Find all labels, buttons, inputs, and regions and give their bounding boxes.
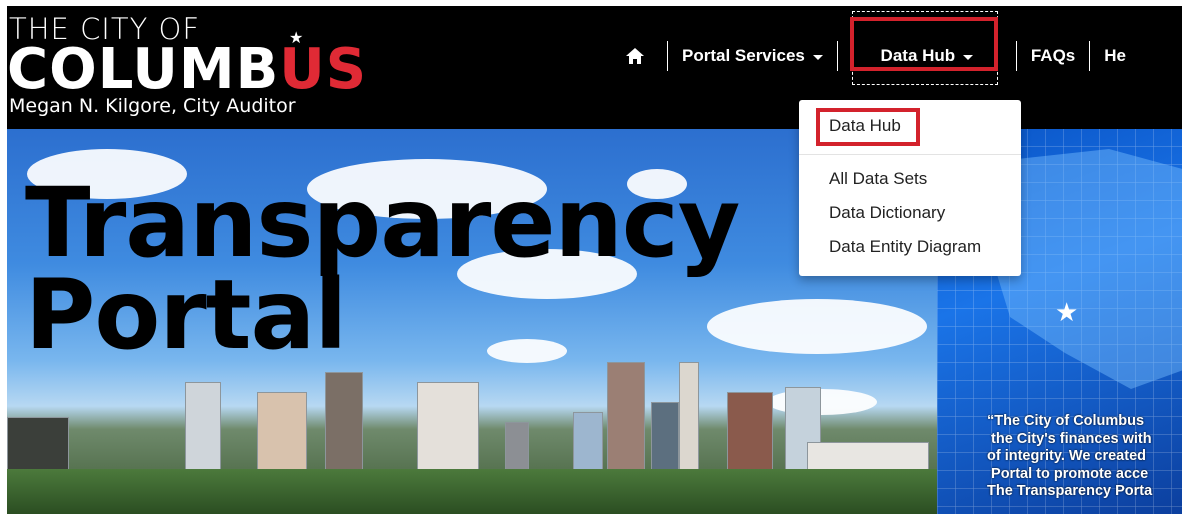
main-nav: Portal Services Data Hub FAQs He <box>617 11 1126 85</box>
nav-portal-services[interactable]: Portal Services <box>682 32 823 80</box>
home-icon <box>626 48 644 64</box>
page-title: Transparency Portal <box>25 167 740 371</box>
tree-line <box>7 469 942 514</box>
nav-help[interactable]: He <box>1104 32 1126 80</box>
logo-word-columb: COLUMB <box>7 37 280 102</box>
nav-separator <box>667 41 668 71</box>
mission-quote: “The City of Columbus the City's finance… <box>987 413 1153 499</box>
title-line-2: Portal <box>25 259 347 371</box>
dropdown-item-data-entity-diagram[interactable]: Data Entity Diagram <box>829 237 981 257</box>
star-icon: ★ <box>1055 297 1079 327</box>
nav-separator <box>1015 41 1017 71</box>
browser-viewport: THE CITY OF COLUMBUS ★ Megan N. Kilgore,… <box>7 6 1182 514</box>
nav-separator <box>836 41 838 71</box>
nav-home[interactable] <box>617 32 653 80</box>
nav-faqs[interactable]: FAQs <box>1031 32 1075 80</box>
title-line-1: Transparency <box>25 167 740 279</box>
nav-help-label: He <box>1104 46 1126 65</box>
logo-auditor-name: Megan N. Kilgore, City Auditor <box>9 95 296 117</box>
dropdown-item-data-hub[interactable]: Data Hub <box>829 116 901 136</box>
nav-portal-services-label: Portal Services <box>682 46 805 65</box>
nav-data-hub[interactable]: Data Hub <box>849 11 1002 91</box>
logo-line-2: COLUMBUS <box>7 42 367 98</box>
data-hub-dropdown-menu: Data Hub All Data Sets Data Dictionary D… <box>799 100 1021 276</box>
dropdown-item-data-dictionary[interactable]: Data Dictionary <box>829 203 945 223</box>
dropdown-divider <box>799 154 1021 155</box>
highlight-box <box>849 17 998 71</box>
nav-separator <box>1089 41 1091 71</box>
city-logo[interactable]: THE CITY OF COLUMBUS ★ Megan N. Kilgore,… <box>7 6 367 129</box>
dropdown-item-all-data-sets[interactable]: All Data Sets <box>829 169 927 189</box>
chevron-down-icon <box>812 54 823 60</box>
logo-star-icon: ★ <box>289 30 304 47</box>
nav-faqs-label: FAQs <box>1030 46 1076 65</box>
